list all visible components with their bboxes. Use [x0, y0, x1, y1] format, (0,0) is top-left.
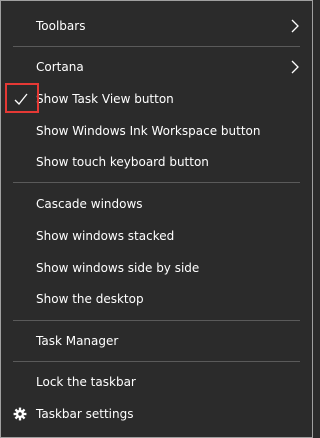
menu-item-lock-the-taskbar[interactable]: Lock the taskbar — [2, 368, 311, 396]
menu-item-label: Show the desktop — [36, 292, 144, 306]
menu-item-cortana[interactable]: Cortana — [2, 53, 311, 81]
menu-item-toolbars[interactable]: Toolbars — [2, 12, 311, 40]
menu-item-label: Lock the taskbar — [36, 375, 136, 389]
menu-separator — [13, 46, 300, 47]
menu-item-label: Show windows side by side — [36, 261, 200, 275]
menu-item-task-manager[interactable]: Task Manager — [2, 327, 311, 355]
menu-item-label: Cortana — [36, 60, 84, 74]
menu-item-cascade-windows[interactable]: Cascade windows — [2, 190, 311, 218]
menu-item-label: Taskbar settings — [36, 407, 134, 421]
menu-item-label: Task Manager — [36, 334, 119, 348]
menu-item-label: Toolbars — [36, 19, 86, 33]
chevron-right-icon — [291, 19, 299, 33]
menu-item-show-windows-side-by-side[interactable]: Show windows side by side — [2, 254, 311, 282]
menu-item-label: Show windows stacked — [36, 229, 175, 243]
menu-item-label: Show Windows Ink Workspace button — [36, 124, 261, 138]
menu-item-show-touch-keyboard[interactable]: Show touch keyboard button — [2, 148, 311, 176]
menu-separator — [13, 182, 300, 183]
taskbar-context-menu: Toolbars Cortana Show Task View button S… — [0, 0, 313, 438]
gear-icon — [13, 407, 27, 421]
menu-item-taskbar-settings[interactable]: Taskbar settings — [2, 400, 311, 428]
menu-item-show-windows-ink[interactable]: Show Windows Ink Workspace button — [2, 117, 311, 145]
menu-item-show-task-view[interactable]: Show Task View button — [2, 85, 311, 113]
menu-item-show-windows-stacked[interactable]: Show windows stacked — [2, 222, 311, 250]
chevron-right-icon — [291, 60, 299, 74]
checkmark-icon — [14, 93, 28, 105]
menu-separator — [13, 320, 300, 321]
menu-item-label: Show Task View button — [36, 92, 174, 106]
menu-separator — [13, 361, 300, 362]
menu-item-show-the-desktop[interactable]: Show the desktop — [2, 285, 311, 313]
menu-item-label: Cascade windows — [36, 197, 143, 211]
menu-item-label: Show touch keyboard button — [36, 155, 209, 169]
